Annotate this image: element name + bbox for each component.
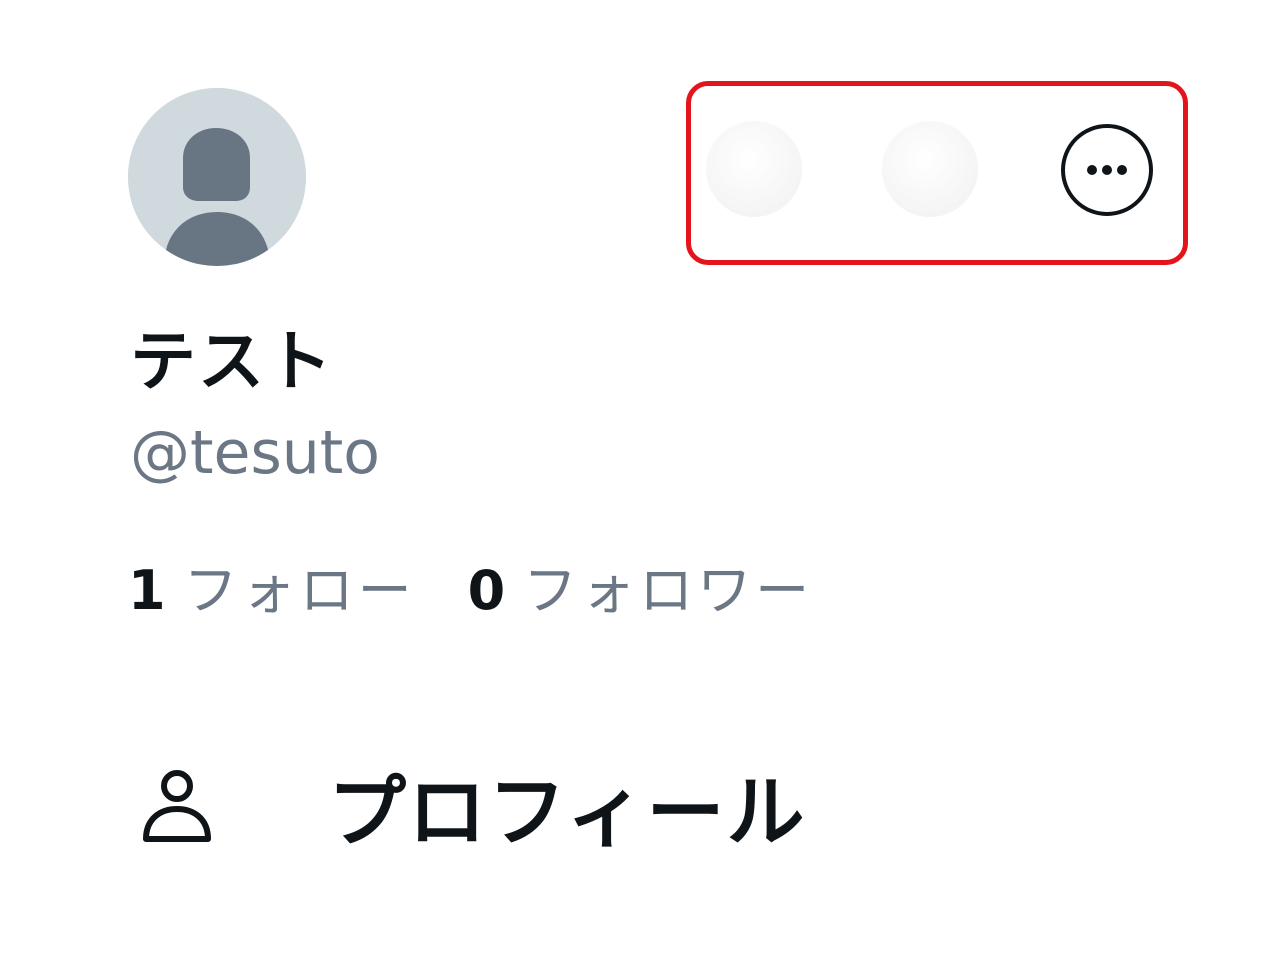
following-link[interactable]: 1 フォロー — [128, 546, 416, 625]
other-account-avatar[interactable] — [882, 121, 978, 217]
followers-link[interactable]: 0 フォロワー — [468, 546, 814, 625]
follow-stats: 1 フォロー 0 フォロワー — [128, 546, 813, 625]
more-options-icon — [1061, 124, 1153, 216]
menu-item-profile[interactable]: プロフィール — [138, 758, 838, 858]
profile-avatar[interactable] — [128, 88, 306, 266]
other-account-avatar[interactable] — [706, 121, 802, 217]
user-handle: @tesuto — [130, 418, 380, 488]
following-count: 1 — [128, 559, 166, 622]
more-options-button[interactable] — [1058, 121, 1156, 219]
default-avatar-icon — [128, 88, 306, 266]
followers-label: フォロワー — [523, 559, 814, 622]
person-icon — [143, 770, 211, 842]
account-drawer: テスト @tesuto 1 フォロー 0 フォロワー プロフィール — [0, 0, 1280, 960]
menu-item-profile-label: プロフィール — [328, 768, 807, 858]
following-label: フォロー — [183, 559, 416, 622]
followers-count: 0 — [467, 559, 506, 622]
display-name: テスト — [130, 323, 334, 400]
